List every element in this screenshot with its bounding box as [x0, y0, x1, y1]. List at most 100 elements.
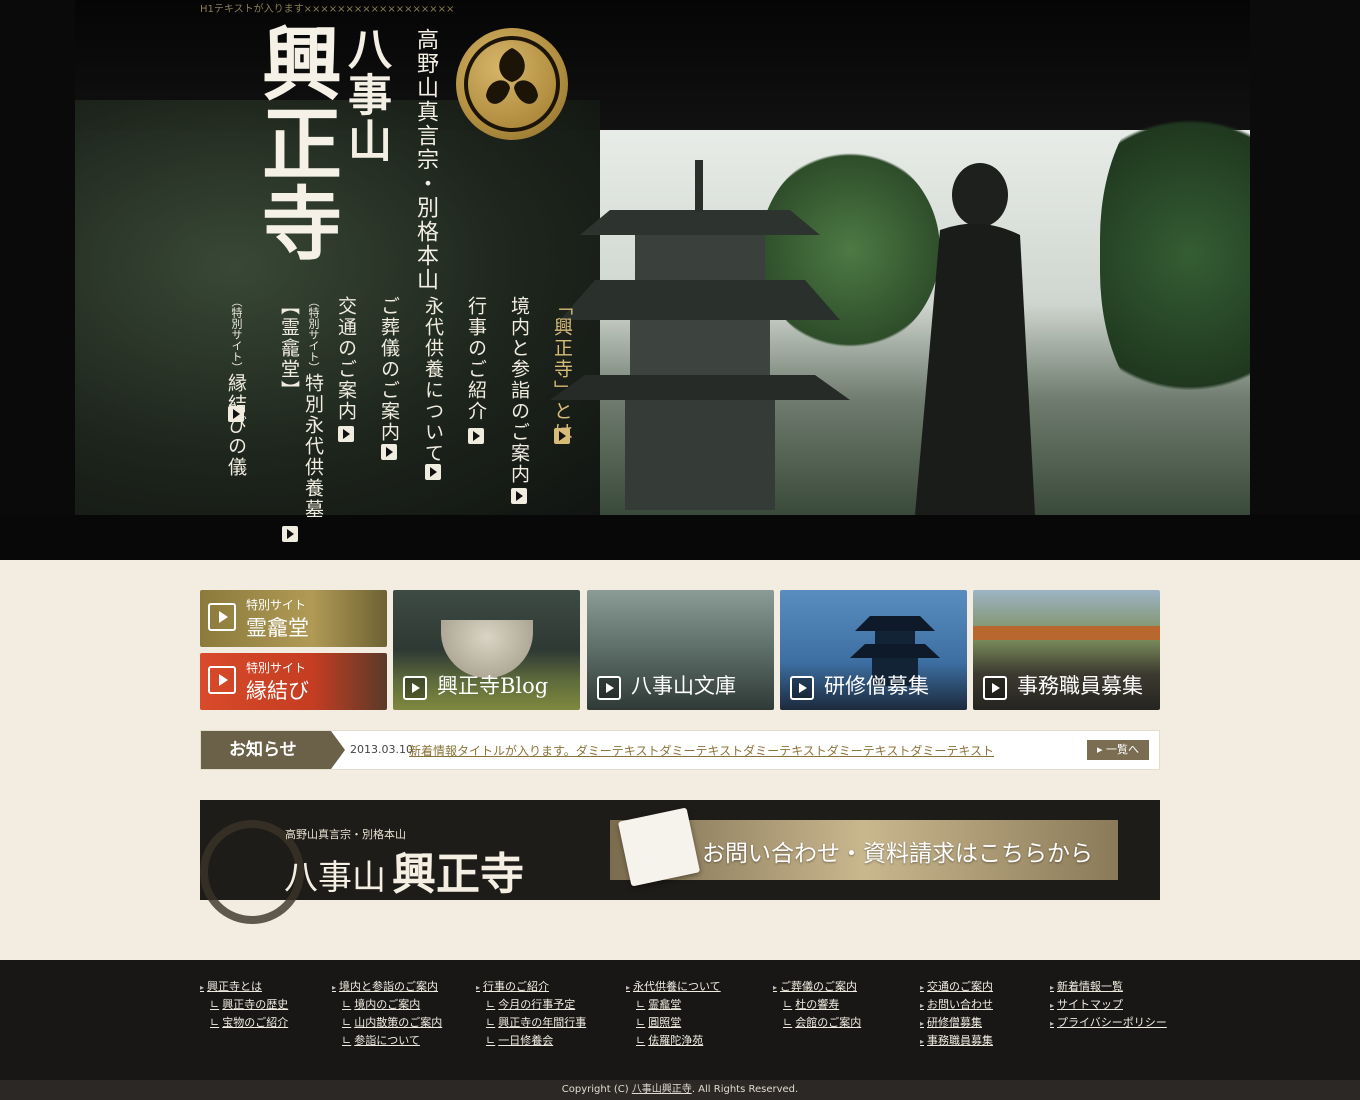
play-icon[interactable] — [228, 406, 244, 422]
banner-sub: 特別サイト — [246, 598, 307, 612]
footer-link[interactable]: プライバシーポリシー — [1050, 1014, 1167, 1032]
footer-link[interactable]: 境内と参詣のご案内 — [332, 978, 442, 996]
pagoda-silhouette — [550, 160, 850, 510]
footer-sublink[interactable]: 興正寺の年間行事 — [476, 1014, 586, 1032]
footer-sublink[interactable]: 佉羅陀浄苑 — [626, 1032, 721, 1050]
news-more-button[interactable]: ▸ 一覧へ — [1087, 740, 1149, 760]
footer-link[interactable]: ご葬儀のご案内 — [773, 978, 861, 996]
banner-sub: 特別サイト — [246, 661, 307, 675]
banner-label: 興正寺Blog — [437, 674, 549, 698]
play-icon[interactable] — [468, 428, 484, 444]
nav-label: 縁結びの儀 — [225, 373, 247, 478]
footer-col-memorial: 永代供養について 霊龕堂 圓照堂 佉羅陀浄苑 — [626, 978, 721, 1050]
play-icon — [208, 603, 236, 631]
footer-sublink[interactable]: 参詣について — [332, 1032, 442, 1050]
footer-link[interactable]: 永代供養について — [626, 978, 721, 996]
copyright-link[interactable]: 八事山興正寺 — [632, 1084, 692, 1095]
footer-col-about: 興正寺とは 興正寺の歴史 宝物のご紹介 — [200, 978, 288, 1032]
footer-link[interactable]: 研修僧募集 — [920, 1014, 993, 1032]
mountain-name: 八事山 — [340, 26, 391, 164]
play-icon — [403, 676, 427, 700]
play-icon[interactable] — [282, 526, 298, 542]
copyright-post: . All Rights Reserved. — [691, 1084, 799, 1095]
footer-sublink[interactable]: 境内のご案内 — [332, 996, 442, 1014]
banner-main: 縁結び — [246, 679, 309, 703]
play-icon[interactable] — [425, 464, 441, 480]
nav-access[interactable]: 交通のご案内 — [334, 296, 358, 422]
hero-frame-right — [1250, 0, 1360, 560]
contact-button-label: お問い合わせ・資料請求はこちらから — [702, 841, 1093, 867]
footer-link[interactable]: お問い合わせ — [920, 996, 993, 1014]
hero-image: H1テキストが入ります×××××××××××××××××× 興正寺 八事山 高野… — [0, 0, 1360, 560]
banner-reigando[interactable]: 特別サイト 霊龕堂 — [200, 590, 387, 647]
banner-blog[interactable]: 興正寺Blog — [393, 590, 580, 710]
h1-heading: H1テキストが入ります×××××××××××××××××× — [200, 4, 455, 15]
play-icon — [208, 666, 236, 694]
nav-prefix: （特別サイト） — [230, 296, 243, 373]
footer-sublink[interactable]: 山内散策のご案内 — [332, 1014, 442, 1032]
footer-sublink[interactable]: 今月の行事予定 — [476, 996, 586, 1014]
news-tag: お知らせ — [201, 731, 345, 769]
contact-banner: 高野山真言宗・別格本山 八事山 興正寺 お問い合わせ・資料請求はこちらから — [200, 800, 1160, 924]
banner-label: 研修僧募集 — [824, 674, 929, 698]
play-icon — [597, 676, 621, 700]
nav-grounds[interactable]: 境内と参詣のご案内 — [507, 296, 531, 485]
footer-link[interactable]: サイトマップ — [1050, 996, 1167, 1014]
copyright: Copyright (C) 八事山興正寺. All Rights Reserve… — [0, 1080, 1360, 1100]
monk-silhouette — [915, 163, 1035, 515]
banner-bunko[interactable]: 八事山文庫 — [587, 590, 774, 710]
footer-col-events: 行事のご紹介 今月の行事予定 興正寺の年間行事 一日修養会 — [476, 978, 586, 1050]
footer-sublink[interactable]: 会館のご案内 — [773, 1014, 861, 1032]
footer-col-grounds: 境内と参詣のご案内 境内のご案内 山内散策のご案内 参詣について — [332, 978, 442, 1050]
nav-prefix: （特別サイト） — [307, 296, 320, 373]
banner-label: 八事山文庫 — [631, 674, 736, 698]
hero-frame-left — [0, 0, 75, 560]
banner-main: 霊龕堂 — [246, 616, 309, 640]
envelope-icon — [617, 807, 701, 887]
banner-enmusubi[interactable]: 特別サイト 縁結び — [200, 653, 387, 710]
footer-sublink[interactable]: 圓照堂 — [626, 1014, 721, 1032]
footer-sublink[interactable]: 興正寺の歴史 — [200, 996, 288, 1014]
copyright-pre: Copyright (C) — [561, 1084, 632, 1095]
contact-temple: 興正寺 — [392, 849, 524, 900]
nav-about[interactable]: 「興正寺」とは — [550, 296, 574, 443]
contact-button[interactable]: お問い合わせ・資料請求はこちらから — [610, 807, 1118, 887]
footer-col-misc: 新着情報一覧 サイトマップ プライバシーポリシー — [1050, 978, 1167, 1032]
footer-link[interactable]: 交通のご案内 — [920, 978, 993, 996]
play-icon[interactable] — [554, 428, 570, 444]
play-icon[interactable] — [381, 444, 397, 460]
play-icon — [790, 676, 814, 700]
footer-sublink[interactable]: 一日修養会 — [476, 1032, 586, 1050]
footer: 興正寺とは 興正寺の歴史 宝物のご紹介 境内と参詣のご案内 境内のご案内 山内散… — [0, 960, 1360, 1080]
footer-link[interactable]: 行事のご紹介 — [476, 978, 586, 996]
temple-name-logo: 興正寺 — [249, 22, 343, 262]
banner-jimu[interactable]: 事務職員募集 — [973, 590, 1160, 710]
contact-mountain: 八事山 — [284, 858, 386, 898]
nav-reigando[interactable]: （特別サイト）特別永代供養墓【霊龕堂】 — [277, 296, 325, 560]
temple-hall-image — [973, 626, 1160, 640]
footer-link[interactable]: 新着情報一覧 — [1050, 978, 1167, 996]
footer-sublink[interactable]: 霊龕堂 — [626, 996, 721, 1014]
nav-eternal-memorial[interactable]: 永代供養について — [421, 296, 445, 464]
sect-name: 高野山真言宗・別格本山 — [413, 28, 438, 292]
contact-temple-name: 八事山 興正寺 — [284, 838, 524, 902]
nav-funeral[interactable]: ご葬儀のご案内 — [377, 296, 401, 443]
footer-sublink[interactable]: 宝物のご紹介 — [200, 1014, 288, 1032]
play-icon[interactable] — [338, 426, 354, 442]
footer-col-access: 交通のご案内 お問い合わせ 研修僧募集 事務職員募集 — [920, 978, 993, 1050]
footer-col-funeral: ご葬儀のご案内 杜の響寿 会館のご案内 — [773, 978, 861, 1032]
footer-link[interactable]: 事務職員募集 — [920, 1032, 993, 1050]
banner-kenshu[interactable]: 研修僧募集 — [780, 590, 967, 710]
banner-label: 事務職員募集 — [1017, 674, 1143, 698]
news-title-link[interactable]: 新着情報タイトルが入ります。ダミーテキストダミーテキストダミーテキストダミーテキ… — [409, 742, 994, 759]
news-bar: お知らせ 2013.03.10 新着情報タイトルが入ります。ダミーテキストダミー… — [200, 730, 1160, 770]
nav-events[interactable]: 行事のご紹介 — [464, 296, 488, 422]
hero-frame-bottom — [0, 515, 1360, 560]
play-icon[interactable] — [511, 488, 527, 504]
news-date: 2013.03.10 — [350, 743, 413, 756]
footer-link[interactable]: 興正寺とは — [200, 978, 288, 996]
play-icon — [983, 676, 1007, 700]
nav-enmusubi[interactable]: （特別サイト）縁結びの儀 — [224, 296, 248, 478]
footer-sublink[interactable]: 杜の響寿 — [773, 996, 861, 1014]
family-crest-icon — [456, 28, 568, 140]
